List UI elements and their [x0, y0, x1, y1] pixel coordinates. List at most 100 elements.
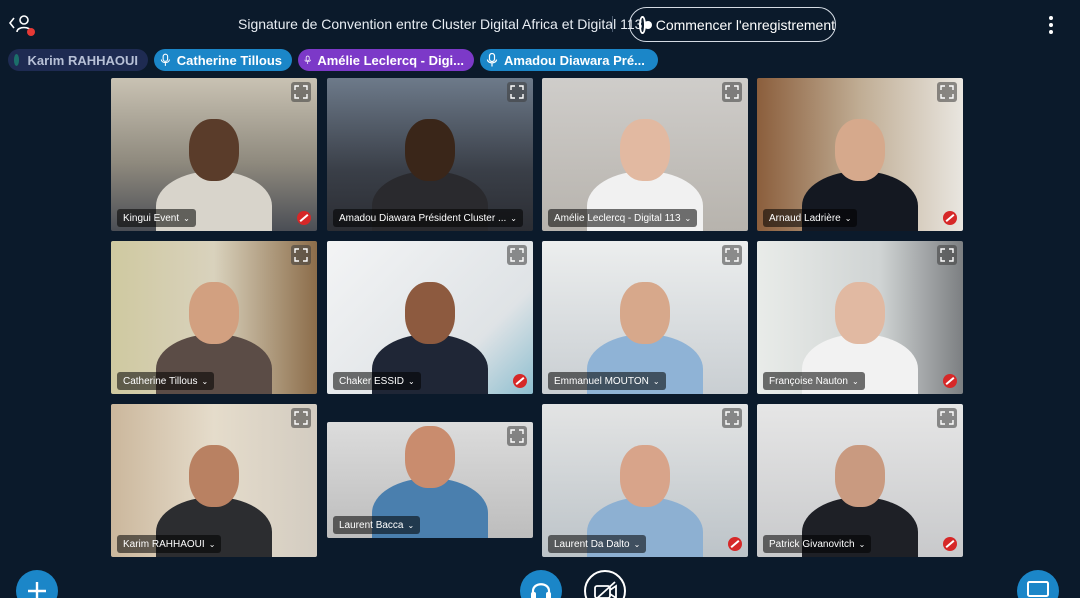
fullscreen-button[interactable]: [291, 82, 311, 102]
talker-pill[interactable]: Amadou Diawara Pré...: [480, 49, 658, 71]
video-tile[interactable]: Emmanuel MOUTON ⌄: [542, 241, 748, 394]
video-tile[interactable]: Amélie Leclercq - Digital 113 ⌄: [542, 78, 748, 231]
participant-head: [405, 282, 455, 344]
camera-off-icon: [594, 581, 617, 598]
chevron-down-icon: ⌄: [652, 376, 660, 386]
video-tile[interactable]: Amadou Diawara Président Cluster ... ⌄: [327, 78, 533, 231]
fullscreen-button[interactable]: [291, 245, 311, 265]
notification-dot: [27, 28, 35, 36]
fullscreen-icon: [294, 85, 308, 99]
chevron-down-icon: ⌄: [201, 376, 209, 386]
video-tile[interactable]: Laurent Da Dalto ⌄: [542, 404, 748, 557]
fullscreen-button[interactable]: [722, 82, 742, 102]
chevron-down-icon: ⌄: [858, 539, 866, 549]
camera-button[interactable]: [584, 570, 626, 598]
fullscreen-icon: [940, 248, 954, 262]
participant-head: [405, 426, 455, 488]
fullscreen-button[interactable]: [722, 408, 742, 428]
participant-head: [189, 119, 239, 181]
chevron-down-icon: ⌄: [510, 213, 517, 223]
more-dot: [1049, 23, 1053, 27]
more-options-button[interactable]: [1043, 14, 1059, 36]
participant-name-tag[interactable]: Amélie Leclercq - Digital 113 ⌄: [548, 209, 698, 227]
chevron-down-icon: ⌄: [633, 539, 641, 549]
talker-name: Amadou Diawara Pré...: [504, 52, 645, 68]
chevron-down-icon: ⌄: [183, 213, 190, 223]
talker-pill[interactable]: Catherine Tillous: [154, 49, 292, 71]
video-tile[interactable]: Laurent Bacca ⌄: [327, 422, 533, 538]
record-icon: [639, 15, 652, 34]
participant-name-tag[interactable]: Chaker ESSID ⌄: [333, 372, 421, 390]
participant-head: [620, 445, 670, 507]
microphone-icon: [486, 53, 498, 67]
avatar-dot: [14, 54, 20, 66]
video-tile[interactable]: Françoise Nauton ⌄: [757, 241, 963, 394]
fullscreen-icon: [940, 411, 954, 425]
fullscreen-button[interactable]: [507, 426, 527, 446]
participant-name-tag[interactable]: Karim RAHHAOUI ⌄: [117, 535, 222, 553]
screen-share-icon: [1027, 581, 1049, 597]
video-tile[interactable]: Patrick Givanovitch ⌄: [757, 404, 963, 557]
fullscreen-button[interactable]: [291, 408, 311, 428]
participant-name-tag[interactable]: Laurent Bacca ⌄: [333, 516, 421, 534]
talker-pill[interactable]: Karim RAHHAOUI: [8, 49, 148, 71]
chevron-down-icon: ⌄: [208, 539, 216, 549]
microphone-icon: [160, 53, 170, 66]
participant-name-tag[interactable]: Patrick Givanovitch ⌄: [763, 535, 872, 553]
participant-head: [835, 445, 885, 507]
audio-button[interactable]: [520, 570, 562, 598]
start-recording-button[interactable]: Commencer l'enregistrement: [629, 7, 836, 42]
participant-name-tag[interactable]: Catherine Tillous ⌄: [117, 372, 215, 390]
fullscreen-button[interactable]: [507, 245, 527, 265]
fullscreen-icon: [940, 85, 954, 99]
participant-name: Chaker ESSID: [339, 375, 405, 387]
participant-name-tag[interactable]: Laurent Da Dalto ⌄: [548, 535, 647, 553]
participant-name-tag[interactable]: Emmanuel MOUTON ⌄: [548, 372, 666, 390]
fullscreen-icon: [725, 85, 739, 99]
participant-head: [189, 445, 239, 507]
meeting-title: Signature de Convention entre Cluster Di…: [238, 16, 643, 32]
participant-head: [405, 119, 455, 181]
participant-head: [620, 119, 670, 181]
chevron-down-icon: ⌄: [684, 213, 692, 223]
microphone-icon: [304, 55, 311, 64]
fullscreen-icon: [725, 411, 739, 425]
participant-name: Catherine Tillous: [123, 375, 198, 387]
chevron-down-icon: ⌄: [407, 520, 415, 530]
participant-head: [835, 119, 885, 181]
fullscreen-button[interactable]: [507, 82, 527, 102]
fullscreen-icon: [510, 85, 524, 99]
video-tile[interactable]: Chaker ESSID ⌄: [327, 241, 533, 394]
fullscreen-button[interactable]: [937, 82, 957, 102]
screen-share-button[interactable]: [1017, 570, 1059, 598]
more-vertical-icon: [1049, 16, 1053, 20]
record-label: Commencer l'enregistrement: [655, 16, 835, 33]
participant-name-tag[interactable]: Kingui Event ⌄: [117, 209, 196, 227]
participant-name-tag[interactable]: Arnaud Ladrière ⌄: [763, 209, 858, 227]
muted-mic-icon: [297, 211, 311, 225]
participant-name-tag[interactable]: Françoise Nauton ⌄: [763, 372, 865, 390]
muted-mic-icon: [943, 374, 957, 388]
fullscreen-button[interactable]: [937, 245, 957, 265]
fullscreen-icon: [294, 411, 308, 425]
participant-head: [620, 282, 670, 344]
talker-name: Catherine Tillous: [176, 52, 282, 68]
talker-pill[interactable]: Amélie Leclercq - Digi...: [298, 49, 474, 71]
users-list-button[interactable]: [8, 12, 38, 38]
fullscreen-icon: [294, 248, 308, 262]
participant-name: Françoise Nauton: [769, 375, 848, 387]
muted-mic-icon: [943, 211, 957, 225]
video-tile[interactable]: Catherine Tillous ⌄: [111, 241, 317, 394]
video-tile[interactable]: Arnaud Ladrière ⌄: [757, 78, 963, 231]
fullscreen-button[interactable]: [722, 245, 742, 265]
participant-name: Amélie Leclercq - Digital 113: [554, 212, 681, 224]
participant-name: Arnaud Ladrière: [769, 212, 841, 224]
participant-name-tag[interactable]: Amadou Diawara Président Cluster ... ⌄: [333, 209, 523, 227]
chevron-down-icon: ⌄: [851, 376, 859, 386]
fullscreen-button[interactable]: [937, 408, 957, 428]
chevron-down-icon: ⌄: [408, 376, 415, 386]
video-tile[interactable]: Karim RAHHAOUI ⌄: [111, 404, 317, 557]
actions-button[interactable]: [16, 570, 58, 598]
fullscreen-icon: [510, 429, 524, 443]
video-tile[interactable]: Kingui Event ⌄: [111, 78, 317, 231]
